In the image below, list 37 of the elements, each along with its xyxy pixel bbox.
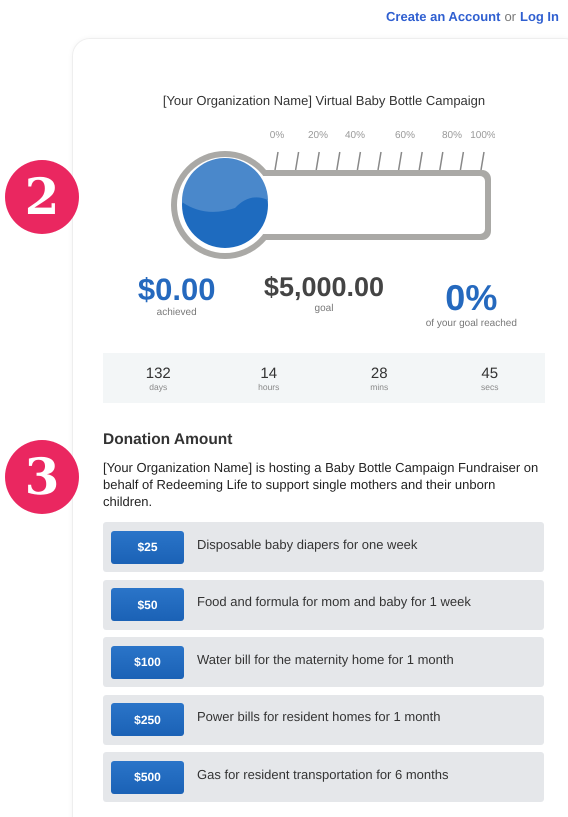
option-text: Power bills for resident homes for 1 month <box>197 709 440 724</box>
amount-button[interactable]: $25 <box>111 530 184 564</box>
countdown-value: 132 <box>146 364 171 382</box>
countdown-unit: days <box>149 382 168 392</box>
stat-value: 0% <box>445 280 498 316</box>
amount-button[interactable]: $250 <box>111 703 184 736</box>
donation-option[interactable]: $100 Water bill for the maternity home for 1 month <box>103 637 544 687</box>
amount-button[interactable]: $500 <box>111 760 184 794</box>
countdown-value: 14 <box>260 364 278 382</box>
countdown-value: 28 <box>370 364 388 382</box>
stat-value: $5,000.00 <box>264 274 384 301</box>
create-account-link[interactable]: Create an Account <box>386 9 500 28</box>
description-text: [Your Organization Name] is hosting a Baby Bottle Campaign Fundraiser on behalf of Redeeming Life to support single mothers and their unborn children. <box>103 459 540 510</box>
donation-option[interactable]: $250 Power bills for resident homes for 1 month <box>103 694 544 744</box>
countdown-unit: secs <box>481 382 498 392</box>
stat-label: goal <box>314 303 334 314</box>
option-text: Disposable baby diapers for one week <box>197 536 418 552</box>
step-number-badge: 3 <box>5 440 79 514</box>
donation-option[interactable]: $25 Disposable baby diapers for one week <box>103 522 544 572</box>
amount-button[interactable]: $100 <box>111 646 184 678</box>
separator-text: or <box>504 9 516 26</box>
stat-value: $0.00 <box>138 274 216 305</box>
campaign-title: [Your Organization Name] Virtual Baby Bottle Campaign <box>162 93 486 108</box>
countdown-value: 45 <box>481 364 498 382</box>
donation-option[interactable]: $500 Gas for resident transportation for 6 months <box>103 752 544 802</box>
stat-label: of your goal reached <box>426 318 517 329</box>
option-text: Gas for resident transportation for 6 months <box>197 766 448 782</box>
step-number-badge: 2 <box>5 160 79 234</box>
log-in-link[interactable]: Log In <box>520 9 559 28</box>
stat-label: achieved <box>156 307 197 318</box>
countdown-unit: hours <box>258 382 280 392</box>
countdown-unit: mins <box>370 382 388 392</box>
amount-button[interactable]: $50 <box>111 588 184 621</box>
section-heading: Donation Amount <box>103 431 234 449</box>
donation-option[interactable]: $50 Food and formula for mom and baby for 1 week <box>103 580 544 630</box>
option-text: Water bill for the maternity home for 1 month <box>197 652 454 666</box>
option-text: Food and formula for mom and baby for 1 week <box>197 594 471 609</box>
